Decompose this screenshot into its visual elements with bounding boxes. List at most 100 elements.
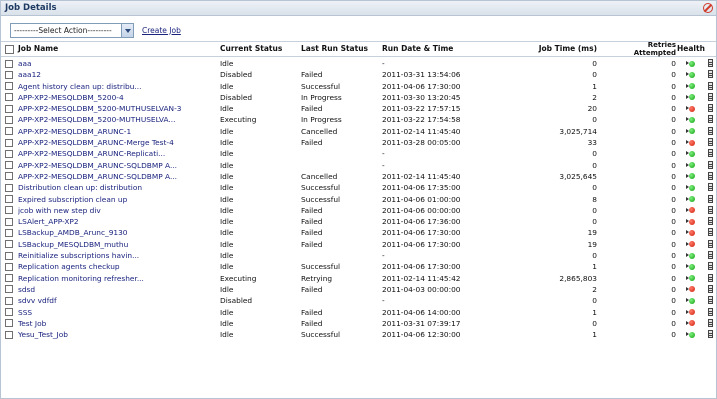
document-icon[interactable]	[708, 273, 713, 282]
row-checkbox[interactable]	[5, 59, 13, 68]
table-row[interactable]: APP-XP2-MESQLDBM_ARUNC-1 Idle Cancelled 201…	[1, 126, 716, 137]
row-checkbox[interactable]	[5, 93, 13, 102]
document-icon[interactable]	[708, 251, 713, 260]
col-last-run-status[interactable]: Last Run Status	[301, 42, 368, 56]
job-name-link[interactable]: Test Job	[18, 318, 216, 329]
row-checkbox[interactable]	[5, 285, 13, 294]
document-icon[interactable]	[708, 228, 713, 237]
row-checkbox[interactable]	[5, 195, 13, 204]
table-row[interactable]: LSBackup_MESQLDBM_muthu Idle Failed 2011-04…	[1, 239, 716, 250]
col-health[interactable]: Health	[677, 42, 705, 56]
table-row[interactable]: APP-XP2-MESQLDBM_ARUNC-Merge Test-4 Idle F…	[1, 137, 716, 148]
document-icon[interactable]	[708, 318, 713, 327]
document-icon[interactable]	[708, 239, 713, 248]
job-name-link[interactable]: jcob with new step div	[18, 205, 216, 216]
job-name-link[interactable]: Distribution clean up: distribution	[18, 182, 216, 193]
table-row[interactable]: jcob with new step div Idle Failed 2011-04-…	[1, 205, 716, 216]
row-checkbox[interactable]	[5, 262, 13, 271]
row-checkbox[interactable]	[5, 70, 13, 79]
table-row[interactable]: sdvv vdfdf Disabled - 0 0	[1, 295, 716, 306]
document-icon[interactable]	[708, 171, 713, 180]
job-name-link[interactable]: Yesu_Test_Job	[18, 329, 216, 340]
document-icon[interactable]	[708, 126, 713, 135]
table-row[interactable]: APP-XP2-MESQLDBM_ARUNC-SQLDBMP A... Idle C…	[1, 171, 716, 182]
table-row[interactable]: Expired subscription clean up Idle Success…	[1, 194, 716, 205]
job-name-link[interactable]: sdvv vdfdf	[18, 295, 216, 306]
document-icon[interactable]	[708, 92, 713, 101]
document-icon[interactable]	[708, 115, 713, 124]
document-icon[interactable]	[708, 330, 713, 339]
job-name-link[interactable]: aaa12	[18, 69, 216, 80]
col-job-name[interactable]: Job Name	[18, 42, 58, 56]
row-checkbox[interactable]	[5, 115, 13, 124]
select-action-dropdown[interactable]: ---------Select Action---------	[10, 22, 134, 38]
table-row[interactable]: APP-XP2-MESQLDBM_ARUNC-SQLDBMP A... Idle -…	[1, 160, 716, 171]
job-name-link[interactable]: LSAlert_APP-XP2	[18, 216, 216, 227]
job-name-link[interactable]: SSS	[18, 307, 216, 318]
job-name-link[interactable]: Agent history clean up: distribu...	[18, 81, 216, 92]
row-checkbox[interactable]	[5, 183, 13, 192]
job-name-link[interactable]: APP-XP2-MESQLDBM_5200-MUTHUSELVA...	[18, 114, 216, 125]
document-icon[interactable]	[708, 217, 713, 226]
document-icon[interactable]	[708, 138, 713, 147]
table-row[interactable]: aaa Idle - 0 0	[1, 58, 716, 69]
create-job-link[interactable]: Create Job	[142, 26, 181, 35]
document-icon[interactable]	[708, 160, 713, 169]
row-checkbox[interactable]	[5, 251, 13, 260]
document-icon[interactable]	[708, 104, 713, 113]
row-checkbox[interactable]	[5, 228, 13, 237]
table-row[interactable]: aaa12 Disabled Failed 2011-03-31 13:54:06 0 0	[1, 69, 716, 80]
chevron-down-icon[interactable]	[121, 23, 133, 37]
row-checkbox[interactable]	[5, 240, 13, 249]
job-name-link[interactable]: Replication agents checkup	[18, 261, 216, 272]
job-name-link[interactable]: APP-XP2-MESQLDBM_ARUNC-Replicati...	[18, 148, 216, 159]
document-icon[interactable]	[708, 296, 713, 305]
row-checkbox[interactable]	[5, 308, 13, 317]
document-icon[interactable]	[708, 284, 713, 293]
row-checkbox[interactable]	[5, 161, 13, 170]
table-row[interactable]: Agent history clean up: distribu... Idle S…	[1, 81, 716, 92]
job-name-link[interactable]: Reinitialize subscriptions havin...	[18, 250, 216, 261]
table-row[interactable]: LSAlert_APP-XP2 Idle Failed 2011-04-06 17:3…	[1, 216, 716, 227]
job-name-link[interactable]: APP-XP2-MESQLDBM_ARUNC-SQLDBMP A...	[18, 160, 216, 171]
table-row[interactable]: SSS Idle Failed 2011-04-06 14:00:00 1 0	[1, 307, 716, 318]
row-checkbox[interactable]	[5, 319, 13, 328]
document-icon[interactable]	[708, 149, 713, 158]
job-name-link[interactable]: APP-XP2-MESQLDBM_ARUNC-Merge Test-4	[18, 137, 216, 148]
document-icon[interactable]	[708, 59, 713, 67]
row-checkbox[interactable]	[5, 138, 13, 147]
row-checkbox[interactable]	[5, 82, 13, 91]
row-checkbox[interactable]	[5, 296, 13, 305]
document-icon[interactable]	[708, 262, 713, 271]
job-name-link[interactable]: Expired subscription clean up	[18, 194, 216, 205]
col-retries-attempted[interactable]: Retries Attempted	[634, 41, 676, 57]
row-checkbox[interactable]	[5, 206, 13, 215]
table-row[interactable]: APP-XP2-MESQLDBM_5200-MUTHUSELVA... Execu…	[1, 114, 716, 125]
row-checkbox[interactable]	[5, 104, 13, 113]
job-name-link[interactable]: LSBackup_AMDB_Arunc_9130	[18, 227, 216, 238]
select-all-checkbox[interactable]	[5, 45, 14, 54]
table-row[interactable]: APP-XP2-MESQLDBM_5200-4 Disabled In Progre…	[1, 92, 716, 103]
row-checkbox[interactable]	[5, 149, 13, 158]
document-icon[interactable]	[708, 194, 713, 203]
table-row[interactable]: LSBackup_AMDB_Arunc_9130 Idle Failed 2011-0…	[1, 227, 716, 238]
table-row[interactable]: sdsd Idle Failed 2011-04-03 00:00:00 2 0	[1, 284, 716, 295]
table-row[interactable]: Distribution clean up: distribution Idle S…	[1, 182, 716, 193]
table-row[interactable]: Yesu_Test_Job Idle Successful 2011-04-06 12…	[1, 329, 716, 340]
document-icon[interactable]	[708, 307, 713, 316]
col-job-time[interactable]: Job Time (ms)	[539, 42, 597, 56]
job-name-link[interactable]: aaa	[18, 58, 216, 69]
job-name-link[interactable]: sdsd	[18, 284, 216, 295]
job-name-link[interactable]: LSBackup_MESQLDBM_muthu	[18, 239, 216, 250]
document-icon[interactable]	[708, 205, 713, 214]
col-current-status[interactable]: Current Status	[220, 42, 282, 56]
job-name-link[interactable]: APP-XP2-MESQLDBM_ARUNC-SQLDBMP A...	[18, 171, 216, 182]
table-row[interactable]: Replication agents checkup Idle Successful…	[1, 261, 716, 272]
document-icon[interactable]	[708, 183, 713, 192]
row-checkbox[interactable]	[5, 127, 13, 136]
table-row[interactable]: APP-XP2-MESQLDBM_5200-MUTHUSELVAN-3 Idle F…	[1, 103, 716, 114]
table-row[interactable]: Test Job Idle Failed 2011-03-31 07:39:17 0 0	[1, 318, 716, 329]
document-icon[interactable]	[708, 81, 713, 90]
row-checkbox[interactable]	[5, 274, 13, 283]
col-run-date[interactable]: Run Date & Time	[382, 42, 453, 56]
